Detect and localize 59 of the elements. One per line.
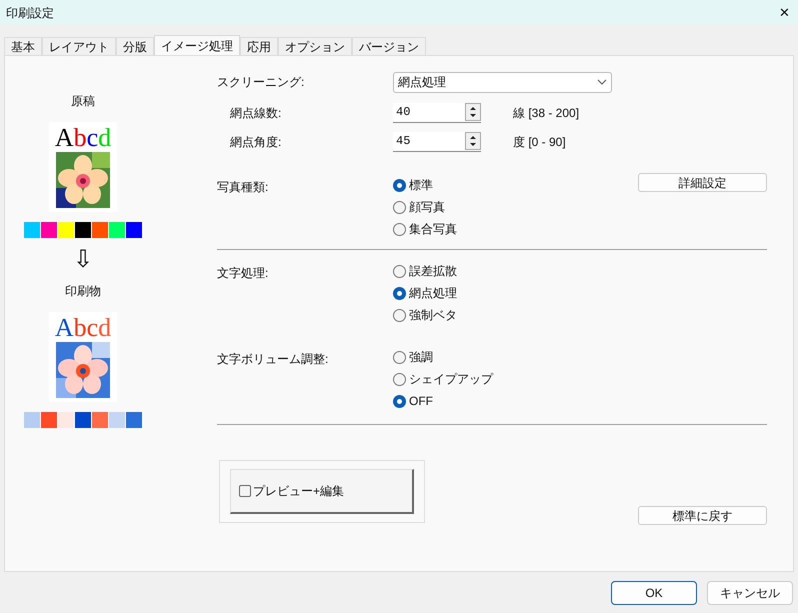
spin-arrows-icon[interactable] xyxy=(465,132,481,150)
radio-label: 強制ベタ xyxy=(409,307,457,324)
chevron-down-icon xyxy=(597,79,607,85)
radio-label: 網点処理 xyxy=(409,285,457,302)
radio-button[interactable] xyxy=(393,178,406,192)
radio-label: 顔写真 xyxy=(409,199,445,216)
field-label: スクリーニング: xyxy=(217,74,306,91)
reset-defaults-button[interactable]: 標準に戻す xyxy=(638,506,767,525)
tab[interactable]: 分版 xyxy=(116,37,154,55)
radio-button[interactable] xyxy=(393,372,406,386)
screening-dropdown[interactable]: 網点処理 xyxy=(393,72,612,92)
tab[interactable]: オプション xyxy=(278,37,352,55)
tab[interactable]: 基本 xyxy=(4,37,42,55)
dialog-button[interactable]: OK xyxy=(611,581,697,605)
tab[interactable]: レイアウト xyxy=(42,37,116,55)
range-text: 度 [0 - 90] xyxy=(513,134,566,150)
number-spinner[interactable]: 40 xyxy=(393,102,481,122)
sample-letter: d xyxy=(98,314,112,342)
number-spinner[interactable]: 45 xyxy=(393,132,481,152)
tab[interactable]: 応用 xyxy=(240,37,278,55)
section-label: 文字ボリューム調整: xyxy=(217,351,330,368)
sample-letter: b xyxy=(74,124,87,152)
sample-letter: c xyxy=(86,314,98,342)
checkbox[interactable] xyxy=(239,485,251,497)
spin-arrows-icon[interactable] xyxy=(465,103,481,121)
sample-letter: d xyxy=(98,124,112,152)
radio-label: 集合写真 xyxy=(409,221,457,238)
radio-label: 標準 xyxy=(409,177,433,194)
range-text: 線 [38 - 200] xyxy=(513,104,580,122)
tab[interactable]: バージョン xyxy=(352,37,426,55)
field-label: 網点角度: xyxy=(229,134,282,150)
radio-button[interactable] xyxy=(393,200,406,214)
radio-button[interactable] xyxy=(393,286,406,300)
sample-letter: b xyxy=(74,314,87,342)
checkbox-label: プレビュー+編集 xyxy=(253,483,344,500)
detail-settings-button[interactable]: 詳細設定 xyxy=(638,173,767,192)
radio-label: 誤差拡散 xyxy=(409,263,457,280)
radio-label: シェイプアップ xyxy=(409,371,493,388)
sample-letter: c xyxy=(86,124,98,152)
section-label: 文字処理: xyxy=(217,265,270,282)
preview-edit-toggle[interactable]: プレビュー+編集 xyxy=(230,469,414,514)
sample-letter: A xyxy=(54,314,74,342)
radio-button[interactable] xyxy=(393,222,406,236)
dialog-button[interactable]: キャンセル xyxy=(707,581,793,605)
radio-button[interactable] xyxy=(393,264,406,278)
radio-label: OFF xyxy=(409,393,433,410)
radio-button[interactable] xyxy=(393,350,406,364)
sample-label: 原稿 xyxy=(71,93,95,110)
close-button[interactable]: ✕ xyxy=(779,2,790,22)
tab[interactable]: イメージ処理 xyxy=(154,35,240,55)
radio-button[interactable] xyxy=(393,394,406,408)
down-arrow-icon: ⇩ xyxy=(73,248,93,272)
sample-letter: A xyxy=(54,124,74,152)
radio-button[interactable] xyxy=(393,308,406,322)
radio-label: 強調 xyxy=(409,349,433,366)
window-title: 印刷設定 xyxy=(6,4,54,22)
section-label: 写真種類: xyxy=(217,179,270,196)
sample-label: 印刷物 xyxy=(65,283,101,300)
field-label: 網点線数: xyxy=(229,104,282,122)
